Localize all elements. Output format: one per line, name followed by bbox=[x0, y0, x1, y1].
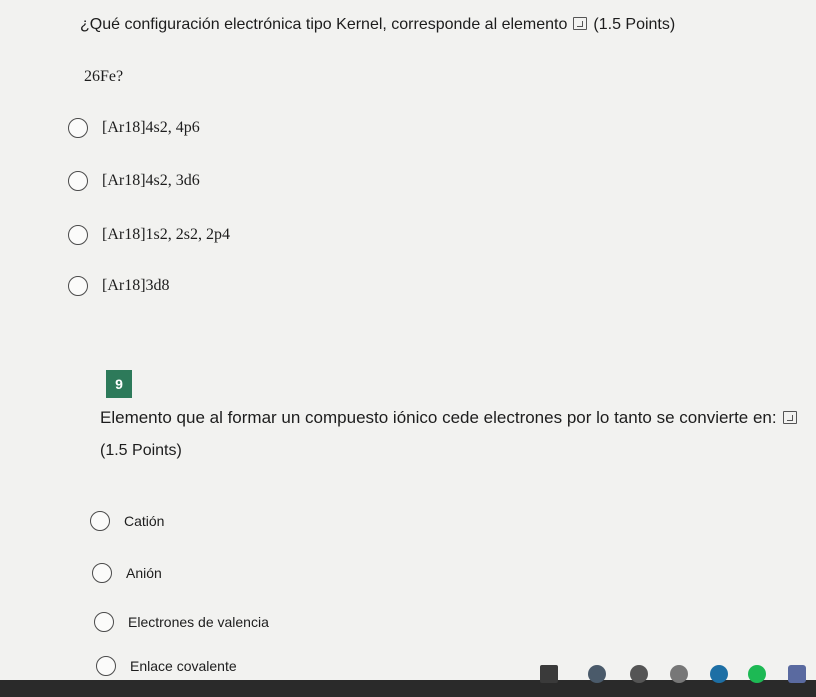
question-number-badge: 9 bbox=[106, 370, 132, 398]
q9-option-1[interactable]: Catión bbox=[90, 511, 164, 531]
q8-option-1[interactable]: [Ar18]4s2, 4p6 bbox=[68, 118, 200, 138]
radio-button[interactable] bbox=[92, 563, 112, 583]
immersive-reader-icon[interactable] bbox=[782, 411, 797, 424]
q8-option-4[interactable]: [Ar18]3d8 bbox=[68, 276, 170, 296]
question-8-prompt: ¿Qué configuración electrónica tipo Kern… bbox=[80, 16, 675, 34]
q8-option-3-label: [Ar18]1s2, 2s2, 2p4 bbox=[102, 226, 230, 243]
immersive-reader-icon[interactable] bbox=[573, 17, 588, 30]
question-9-points: (1.5 Points) bbox=[100, 442, 182, 459]
q9-option-2[interactable]: Anión bbox=[92, 563, 162, 583]
app-icon[interactable] bbox=[588, 665, 606, 683]
question-9-prompt: Elemento que al formar un compuesto ióni… bbox=[100, 408, 803, 428]
q9-option-1-label: Catión bbox=[124, 513, 165, 529]
edge-icon[interactable] bbox=[710, 665, 728, 683]
radio-button[interactable] bbox=[68, 118, 88, 138]
app-icon[interactable] bbox=[670, 665, 688, 683]
q8-option-2[interactable]: [Ar18]4s2, 3d6 bbox=[68, 171, 200, 191]
q8-option-1-label: [Ar18]4s2, 4p6 bbox=[102, 119, 200, 136]
question-8-element: 26Fe? bbox=[84, 68, 124, 85]
radio-button[interactable] bbox=[90, 511, 110, 531]
app-icon[interactable] bbox=[788, 665, 806, 683]
taskbar bbox=[0, 680, 816, 697]
question-9-text: Elemento que al formar un compuesto ióni… bbox=[100, 408, 777, 427]
radio-button[interactable] bbox=[68, 276, 88, 296]
radio-button[interactable] bbox=[94, 612, 114, 632]
q8-option-3[interactable]: [Ar18]1s2, 2s2, 2p4 bbox=[68, 225, 230, 245]
q9-option-3-label: Electrones de valencia bbox=[128, 614, 269, 630]
q9-option-4[interactable]: Enlace covalente bbox=[96, 656, 237, 676]
calendar-icon[interactable] bbox=[540, 665, 558, 683]
question-8-points: (1.5 Points) bbox=[593, 16, 676, 33]
q9-option-3[interactable]: Electrones de valencia bbox=[94, 612, 269, 632]
app-icon[interactable] bbox=[630, 665, 648, 683]
q8-option-2-label: [Ar18]4s2, 3d6 bbox=[102, 172, 200, 189]
radio-button[interactable] bbox=[96, 656, 116, 676]
q9-option-2-label: Anión bbox=[126, 565, 162, 581]
spotify-icon[interactable] bbox=[748, 665, 766, 683]
radio-button[interactable] bbox=[68, 171, 88, 191]
q9-option-4-label: Enlace covalente bbox=[130, 658, 237, 674]
question-8-text: ¿Qué configuración electrónica tipo Kern… bbox=[80, 16, 568, 33]
radio-button[interactable] bbox=[68, 225, 88, 245]
q8-option-4-label: [Ar18]3d8 bbox=[102, 277, 170, 294]
